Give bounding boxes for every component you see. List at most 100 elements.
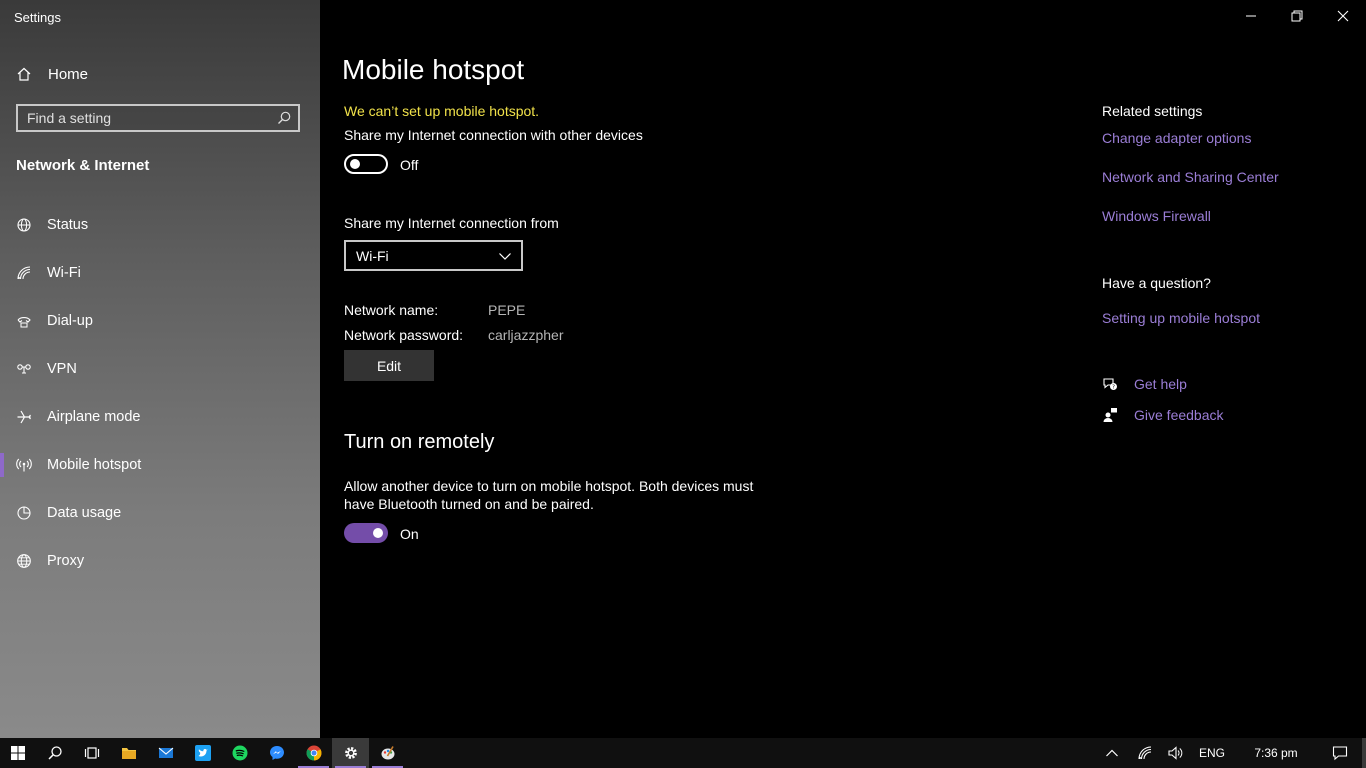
- taskbar-spotify[interactable]: [221, 738, 258, 768]
- remote-toggle-state: On: [400, 526, 419, 542]
- network-password-value: carljazzpher: [488, 327, 564, 343]
- home-button[interactable]: Home: [16, 62, 88, 86]
- app-title: Settings: [14, 10, 61, 25]
- home-icon: [16, 66, 32, 82]
- network-password-key: Network password:: [344, 327, 464, 343]
- share-toggle[interactable]: [344, 154, 388, 174]
- toggle-knob: [350, 159, 360, 169]
- close-button[interactable]: [1320, 0, 1366, 32]
- svg-text:?: ?: [1112, 385, 1115, 391]
- folder-icon: [121, 745, 137, 761]
- taskbar-chrome[interactable]: [295, 738, 332, 768]
- search-input[interactable]: [18, 109, 276, 127]
- clock[interactable]: 7:36 pm: [1234, 738, 1318, 768]
- network-name-value: PEPE: [488, 302, 526, 318]
- sidebar-item-proxy[interactable]: Proxy: [0, 537, 320, 585]
- taskbar-twitter[interactable]: [184, 738, 221, 768]
- restore-button[interactable]: [1274, 0, 1320, 32]
- show-hidden-icons-button[interactable]: [1094, 738, 1130, 768]
- give-feedback-link[interactable]: Give feedback: [1102, 407, 1224, 423]
- spotify-icon: [232, 745, 248, 761]
- restore-icon: [1289, 8, 1305, 24]
- mail-icon: [158, 745, 174, 761]
- get-help-label: Get help: [1134, 376, 1187, 392]
- search-icon[interactable]: [276, 110, 292, 126]
- sidebar-item-wifi[interactable]: Wi-Fi: [0, 249, 320, 297]
- chevron-down-icon: [497, 248, 513, 264]
- sidebar-nav: Status Wi-Fi Dial-up VPN Airplane mode M…: [0, 201, 320, 585]
- remote-toggle[interactable]: [344, 523, 388, 543]
- messenger-icon: [269, 745, 285, 761]
- remote-description: Allow another device to turn on mobile h…: [344, 478, 754, 512]
- share-from-dropdown[interactable]: Wi-Fi: [344, 240, 523, 271]
- task-view-button[interactable]: [73, 738, 110, 768]
- windows-firewall-link[interactable]: Windows Firewall: [1102, 208, 1211, 224]
- globe-icon: [16, 553, 32, 569]
- sidebar-item-label: Status: [47, 217, 89, 233]
- action-center-button[interactable]: [1318, 738, 1362, 768]
- paint-icon: [380, 745, 396, 761]
- volume-tray-button[interactable]: [1160, 738, 1190, 768]
- chevron-up-icon: [1104, 745, 1120, 761]
- minimize-button[interactable]: [1228, 0, 1274, 32]
- sidebar-item-dialup[interactable]: Dial-up: [0, 297, 320, 345]
- sidebar-item-label: Airplane mode: [47, 409, 141, 425]
- sidebar: Settings Home Network & Internet Status …: [0, 0, 320, 738]
- share-toggle-state: Off: [400, 157, 419, 173]
- setting-up-hotspot-link[interactable]: Setting up mobile hotspot: [1102, 310, 1260, 326]
- give-feedback-label: Give feedback: [1134, 407, 1224, 423]
- taskbar-paint[interactable]: [369, 738, 406, 768]
- show-desktop-button[interactable]: [1362, 738, 1366, 768]
- toggle-knob: [373, 528, 383, 538]
- taskbar-settings[interactable]: [332, 738, 369, 768]
- taskbar-mail[interactable]: [147, 738, 184, 768]
- wifi-icon: [1137, 745, 1153, 761]
- network-name-key: Network name:: [344, 302, 439, 318]
- share-label: Share my Internet connection with other …: [344, 127, 643, 143]
- sidebar-item-data-usage[interactable]: Data usage: [0, 489, 320, 537]
- feedback-icon: [1102, 407, 1118, 423]
- taskbar-messenger[interactable]: [258, 738, 295, 768]
- chrome-icon: [306, 745, 322, 761]
- change-adapter-options-link[interactable]: Change adapter options: [1102, 130, 1251, 146]
- speaker-icon: [1167, 745, 1183, 761]
- question-heading: Have a question?: [1102, 275, 1211, 291]
- globe-status-icon: [16, 217, 32, 233]
- windows-logo-icon: [10, 745, 26, 761]
- search-icon: [47, 745, 63, 761]
- sidebar-item-label: VPN: [47, 361, 77, 377]
- gear-icon: [343, 745, 359, 761]
- notification-icon: [1332, 745, 1348, 761]
- taskbar-file-explorer[interactable]: [110, 738, 147, 768]
- language-indicator[interactable]: ENG: [1190, 738, 1234, 768]
- sidebar-item-airplane[interactable]: Airplane mode: [0, 393, 320, 441]
- sidebar-item-status[interactable]: Status: [0, 201, 320, 249]
- sidebar-item-mobile-hotspot[interactable]: Mobile hotspot: [0, 441, 320, 489]
- share-from-label: Share my Internet connection from: [344, 215, 559, 231]
- taskbar-search-button[interactable]: [36, 738, 73, 768]
- page-title: Mobile hotspot: [342, 54, 525, 85]
- help-chat-icon: ?: [1102, 376, 1118, 392]
- remote-title: Turn on remotely: [344, 431, 495, 453]
- sidebar-item-vpn[interactable]: VPN: [0, 345, 320, 393]
- start-button[interactable]: [0, 738, 36, 768]
- sidebar-item-label: Mobile hotspot: [47, 457, 142, 473]
- sidebar-item-label: Data usage: [47, 505, 122, 521]
- section-title: Network & Internet: [16, 157, 150, 174]
- get-help-link[interactable]: ? Get help: [1102, 376, 1187, 392]
- sidebar-item-label: Dial-up: [47, 313, 93, 329]
- edit-button[interactable]: Edit: [344, 350, 434, 381]
- close-icon: [1335, 8, 1351, 24]
- taskbar: ENG 7:36 pm: [0, 738, 1366, 768]
- network-sharing-center-link[interactable]: Network and Sharing Center: [1102, 169, 1279, 185]
- network-tray-button[interactable]: [1130, 738, 1160, 768]
- share-from-value: Wi-Fi: [356, 247, 389, 264]
- wifi-icon: [16, 265, 32, 281]
- airplane-icon: [16, 409, 32, 425]
- twitter-icon: [194, 745, 211, 761]
- search-box[interactable]: [16, 104, 300, 132]
- minimize-icon: [1243, 8, 1259, 24]
- sidebar-item-label: Proxy: [47, 553, 85, 569]
- warning-text: We can’t set up mobile hotspot.: [344, 103, 540, 119]
- system-tray: ENG 7:36 pm: [1094, 738, 1366, 768]
